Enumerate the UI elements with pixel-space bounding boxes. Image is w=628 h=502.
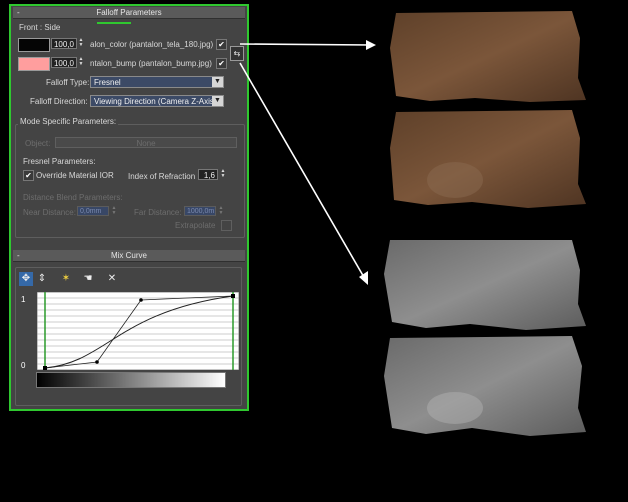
annotation-arrows [239,40,376,285]
arrow-head-icon [366,40,376,50]
arrow-head-icon [359,271,368,285]
